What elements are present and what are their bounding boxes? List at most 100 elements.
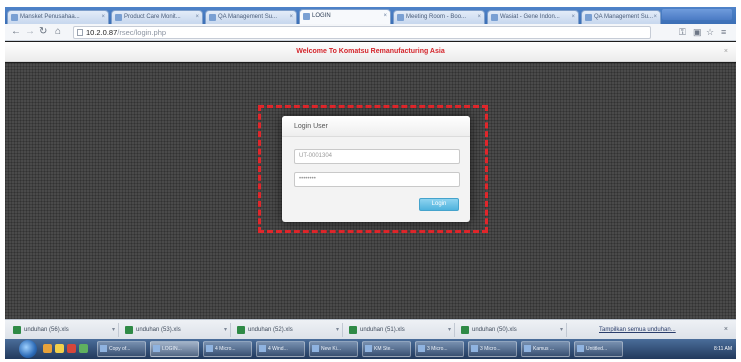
download-item[interactable]: unduhan (56).xls ▾ bbox=[11, 323, 119, 337]
forward-arrow-icon[interactable]: → bbox=[25, 26, 35, 38]
tab-close-icon[interactable]: × bbox=[289, 11, 293, 23]
tab-5[interactable]: Wasiat - Gene Indon... × bbox=[487, 10, 579, 24]
tab-close-icon[interactable]: × bbox=[477, 11, 481, 23]
extension-icon[interactable]: ▣ bbox=[693, 26, 702, 38]
page-favicon-icon bbox=[11, 14, 18, 21]
tab-label: QA Management Su... bbox=[218, 14, 278, 20]
taskbar-item[interactable]: 4 Wind... bbox=[256, 341, 305, 357]
password-input[interactable]: •••••••• bbox=[294, 172, 460, 187]
page-favicon-icon bbox=[585, 14, 592, 21]
app-icon bbox=[312, 345, 319, 352]
address-bar[interactable]: 10.2.0.87/rsec/login.php bbox=[73, 26, 651, 39]
tab-2[interactable]: QA Management Su... × bbox=[205, 10, 297, 24]
windows-taskbar: Copy of... LOGIN... 4 Micro... 4 Wind...… bbox=[5, 339, 736, 359]
tab-close-icon[interactable]: × bbox=[653, 11, 657, 23]
address-host: 10.2.0.87 bbox=[86, 28, 118, 37]
taskbar-item[interactable]: KM Ste... bbox=[362, 341, 411, 357]
tab-4[interactable]: Meeting Room - Boo... × bbox=[393, 10, 485, 24]
page-title: Welcome To Komatsu Remanufacturing Asia bbox=[296, 48, 445, 55]
page-favicon-icon bbox=[303, 13, 310, 20]
tab-close-icon[interactable]: × bbox=[101, 11, 105, 23]
username-input[interactable]: UT-0001304 bbox=[294, 149, 460, 164]
taskbar-item[interactable]: New Ki... bbox=[309, 341, 358, 357]
app-icon bbox=[153, 345, 160, 352]
quicklaunch-icon[interactable] bbox=[43, 344, 52, 353]
tab-label: Wasiat - Gene Indon... bbox=[500, 14, 560, 20]
taskbar-item-label: Untitled... bbox=[586, 346, 608, 352]
tab-close-icon[interactable]: × bbox=[383, 10, 387, 22]
quicklaunch-icon[interactable] bbox=[79, 344, 88, 353]
taskbar-item[interactable]: 3 Micro... bbox=[468, 341, 517, 357]
chevron-down-icon[interactable]: ▾ bbox=[560, 323, 563, 337]
chevron-down-icon[interactable]: ▾ bbox=[448, 323, 451, 337]
quicklaunch-icon[interactable] bbox=[55, 344, 64, 353]
download-item[interactable]: unduhan (50).xls ▾ bbox=[459, 323, 567, 337]
app-icon bbox=[259, 345, 266, 352]
download-item[interactable]: unduhan (53).xls ▾ bbox=[123, 323, 231, 337]
taskbar-item[interactable]: LOGIN... bbox=[150, 341, 199, 357]
app-icon bbox=[577, 345, 584, 352]
download-filename: unduhan (52).xls bbox=[248, 327, 293, 333]
tray-clock: 8:11 AM bbox=[714, 346, 732, 352]
tab-label: Mansket Penusahaa... bbox=[20, 14, 80, 20]
taskbar-item-label: Kamus ... bbox=[533, 346, 555, 352]
taskbar-item[interactable]: Kamus ... bbox=[521, 341, 570, 357]
app-icon bbox=[471, 345, 478, 352]
taskbar-item-label: KM Ste... bbox=[374, 346, 395, 352]
tab-label: LOGIN bbox=[312, 13, 331, 19]
window-controls[interactable] bbox=[662, 9, 732, 20]
page-favicon-icon bbox=[397, 14, 404, 21]
taskbar-item[interactable]: Untitled... bbox=[574, 341, 623, 357]
star-icon[interactable]: ☆ bbox=[706, 26, 714, 38]
reload-icon[interactable]: ↻ bbox=[39, 26, 47, 38]
login-title: Login User bbox=[282, 116, 470, 137]
excel-file-icon bbox=[125, 326, 133, 334]
tab-strip: Mansket Penusahaa... × Product Care Moni… bbox=[5, 7, 736, 24]
page-favicon-icon bbox=[209, 14, 216, 21]
login-button[interactable]: Login bbox=[419, 198, 459, 211]
taskbar-item-label: LOGIN... bbox=[162, 346, 182, 352]
home-icon[interactable]: ⌂ bbox=[55, 26, 61, 38]
header-close-icon[interactable]: × bbox=[724, 42, 728, 62]
address-path: /rsec/login.php bbox=[117, 28, 167, 37]
app-icon bbox=[418, 345, 425, 352]
download-item[interactable]: unduhan (52).xls ▾ bbox=[235, 323, 343, 337]
taskbar-item[interactable]: 3 Micro... bbox=[415, 341, 464, 357]
tab-1[interactable]: Product Care Monit... × bbox=[111, 10, 203, 24]
back-arrow-icon[interactable]: ← bbox=[11, 26, 21, 38]
tab-6[interactable]: QA Management Su... × bbox=[581, 10, 661, 24]
chevron-down-icon[interactable]: ▾ bbox=[336, 323, 339, 337]
page-favicon-icon bbox=[491, 14, 498, 21]
key-icon[interactable]: ⚿ bbox=[679, 26, 686, 38]
close-icon[interactable]: × bbox=[724, 323, 728, 337]
tab-0[interactable]: Mansket Penusahaa... × bbox=[7, 10, 109, 24]
show-all-downloads-link[interactable]: Tampilkan semua unduhan... bbox=[599, 323, 676, 337]
app-icon bbox=[206, 345, 213, 352]
app-icon bbox=[365, 345, 372, 352]
taskbar-item-label: Copy of... bbox=[109, 346, 131, 352]
download-filename: unduhan (50).xls bbox=[472, 327, 517, 333]
start-button[interactable] bbox=[19, 340, 37, 358]
page-icon bbox=[77, 29, 83, 36]
browser-window: Mansket Penusahaa... × Product Care Moni… bbox=[5, 7, 736, 359]
page-favicon-icon bbox=[115, 14, 122, 21]
system-tray[interactable]: 8:11 AM bbox=[634, 341, 736, 357]
tab-close-icon[interactable]: × bbox=[195, 11, 199, 23]
tab-close-icon[interactable]: × bbox=[571, 11, 575, 23]
tab-3[interactable]: LOGIN × bbox=[299, 9, 391, 24]
excel-file-icon bbox=[349, 326, 357, 334]
page-header: Welcome To Komatsu Remanufacturing Asia … bbox=[5, 42, 736, 62]
download-shelf: unduhan (56).xls ▾ unduhan (53).xls ▾ un… bbox=[5, 319, 736, 339]
chevron-down-icon[interactable]: ▾ bbox=[224, 323, 227, 337]
download-item[interactable]: unduhan (51).xls ▾ bbox=[347, 323, 455, 337]
tab-label: Product Care Monit... bbox=[124, 14, 181, 20]
taskbar-item[interactable]: Copy of... bbox=[97, 341, 146, 357]
taskbar-item-label: 3 Micro... bbox=[427, 346, 448, 352]
login-panel: Login User UT-0001304 •••••••• Login bbox=[282, 116, 470, 222]
chevron-down-icon[interactable]: ▾ bbox=[112, 323, 115, 337]
taskbar-item[interactable]: 4 Micro... bbox=[203, 341, 252, 357]
menu-icon[interactable]: ≡ bbox=[721, 26, 726, 38]
tab-label: QA Management Su... bbox=[594, 14, 654, 20]
taskbar-item-label: 3 Micro... bbox=[480, 346, 501, 352]
quicklaunch-icon[interactable] bbox=[67, 344, 76, 353]
